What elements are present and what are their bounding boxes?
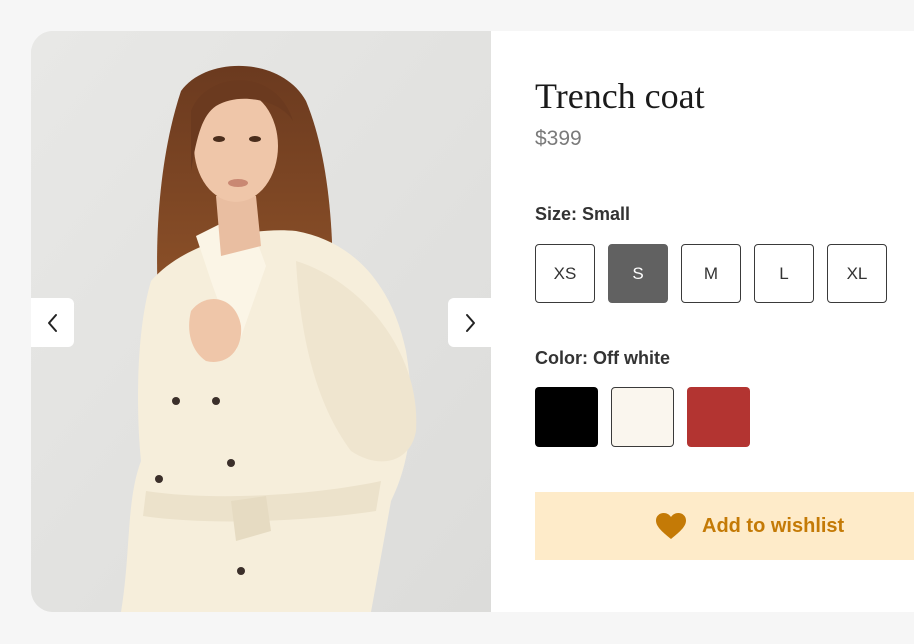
previous-image-button[interactable] bbox=[31, 298, 74, 347]
wishlist-label: Add to wishlist bbox=[702, 514, 845, 537]
size-selector: XS S M L XL bbox=[535, 244, 887, 303]
size-option-s[interactable]: S bbox=[608, 244, 668, 303]
chevron-left-icon bbox=[47, 313, 57, 332]
size-option-xl[interactable]: XL bbox=[827, 244, 887, 303]
size-label: Size: Small bbox=[535, 204, 631, 224]
color-swatch-red[interactable] bbox=[687, 387, 750, 447]
product-card: Trench coat $399 Size: Small XS S M L XL… bbox=[31, 31, 914, 612]
product-details: Trench coat $399 Size: Small XS S M L XL… bbox=[535, 31, 914, 612]
product-price: $399 bbox=[535, 127, 582, 150]
size-option-m[interactable]: M bbox=[681, 244, 741, 303]
next-image-button[interactable] bbox=[448, 298, 491, 347]
heart-icon bbox=[656, 512, 686, 540]
color-label: Color: Off white bbox=[535, 348, 670, 368]
product-gallery bbox=[31, 31, 491, 612]
color-swatch-off-white[interactable] bbox=[611, 387, 674, 447]
size-option-l[interactable]: L bbox=[754, 244, 814, 303]
color-selector bbox=[535, 387, 750, 447]
product-image bbox=[31, 31, 491, 612]
color-swatch-black[interactable] bbox=[535, 387, 598, 447]
size-option-xs[interactable]: XS bbox=[535, 244, 595, 303]
add-to-wishlist-button[interactable]: Add to wishlist bbox=[535, 492, 914, 560]
chevron-right-icon bbox=[465, 313, 475, 332]
product-title: Trench coat bbox=[535, 76, 705, 116]
